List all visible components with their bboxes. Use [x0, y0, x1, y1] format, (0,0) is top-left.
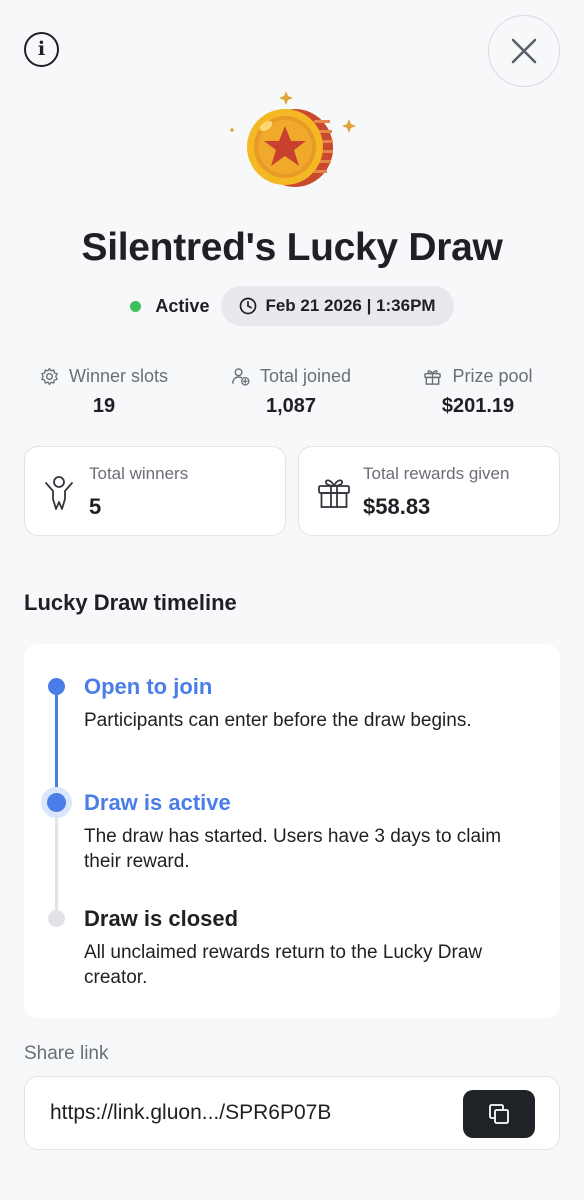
share-link-field[interactable]: https://link.gluon.../SPR6P07B — [24, 1076, 560, 1150]
timeline-step-description: Participants can enter before the draw b… — [84, 710, 472, 731]
timeline-step-title: Open to join — [84, 674, 213, 699]
stat-label: Total joined — [259, 366, 352, 386]
card-value: 5 — [89, 494, 102, 519]
timeline-step-title: Draw is closed — [84, 906, 239, 931]
status-label: Active — [155, 295, 210, 316]
stats-row: Winner slots 19 Total joined 1,087 Prize… — [0, 366, 584, 426]
timeline-card: Open to join Participants can enter befo… — [24, 644, 560, 1018]
stat-value: 19 — [92, 395, 116, 417]
stat-winner-slots: Winner slots 19 — [14, 366, 194, 418]
status-badge: Active — [130, 296, 209, 317]
timeline-step: Open to join Participants can enter befo… — [84, 674, 534, 733]
card-total-winners: Total winners 5 — [24, 446, 286, 536]
info-button[interactable]: i — [24, 32, 59, 67]
timeline-dot-current — [47, 793, 66, 812]
timeline-step: Draw is closed All unclaimed rewards ret… — [84, 906, 534, 990]
gear-icon — [41, 367, 58, 386]
info-icon: i — [37, 38, 46, 60]
copy-button[interactable] — [463, 1090, 535, 1138]
card-value: $58.83 — [363, 494, 431, 519]
user-add-icon — [232, 368, 250, 386]
timeline-step-description: All unclaimed rewards return to the Luck… — [84, 942, 483, 988]
timeline-dot-upcoming — [48, 910, 65, 927]
timeline-progress-line — [55, 688, 58, 802]
stat-prize-pool: Prize pool $201.19 — [388, 366, 568, 418]
stat-value: $201.19 — [441, 395, 515, 417]
status-dot — [130, 300, 142, 312]
timeline-step-description: The draw has started. Users have 3 days … — [84, 826, 502, 872]
date-pill: Feb 21 2026 | 1:36PM — [221, 286, 454, 326]
page-title: Silentred's Lucky Draw — [81, 226, 503, 269]
status-row: Active Feb 21 2026 | 1:36PM — [0, 286, 584, 326]
timeline-step-title: Draw is active — [84, 790, 231, 815]
gift-icon — [424, 370, 442, 385]
timeline-step: Draw is active The draw has started. Use… — [84, 790, 534, 874]
copy-icon — [489, 1104, 509, 1124]
timeline-dot-completed — [48, 678, 65, 695]
close-button[interactable] — [488, 15, 560, 87]
stat-label: Winner slots — [68, 366, 169, 386]
gift-box-icon — [318, 479, 350, 508]
star-coin-icon — [222, 86, 362, 196]
clock-icon — [240, 297, 257, 315]
stat-value: 1,087 — [265, 395, 317, 417]
winner-icon — [45, 476, 73, 510]
date-time: Feb 21 2026 | 1:36PM — [265, 296, 436, 315]
share-url[interactable]: https://link.gluon.../SPR6P07B — [50, 1101, 331, 1125]
card-label: Total rewards given — [363, 464, 510, 483]
share-label: Share link — [24, 1043, 109, 1064]
timeline-title: Lucky Draw timeline — [24, 590, 237, 615]
timeline-remaining-line — [55, 806, 58, 918]
stat-label: Prize pool — [452, 366, 533, 386]
card-label: Total winners — [89, 464, 189, 483]
card-total-rewards: Total rewards given $58.83 — [298, 446, 560, 536]
close-icon — [511, 38, 537, 64]
stat-total-joined: Total joined 1,087 — [201, 366, 381, 418]
